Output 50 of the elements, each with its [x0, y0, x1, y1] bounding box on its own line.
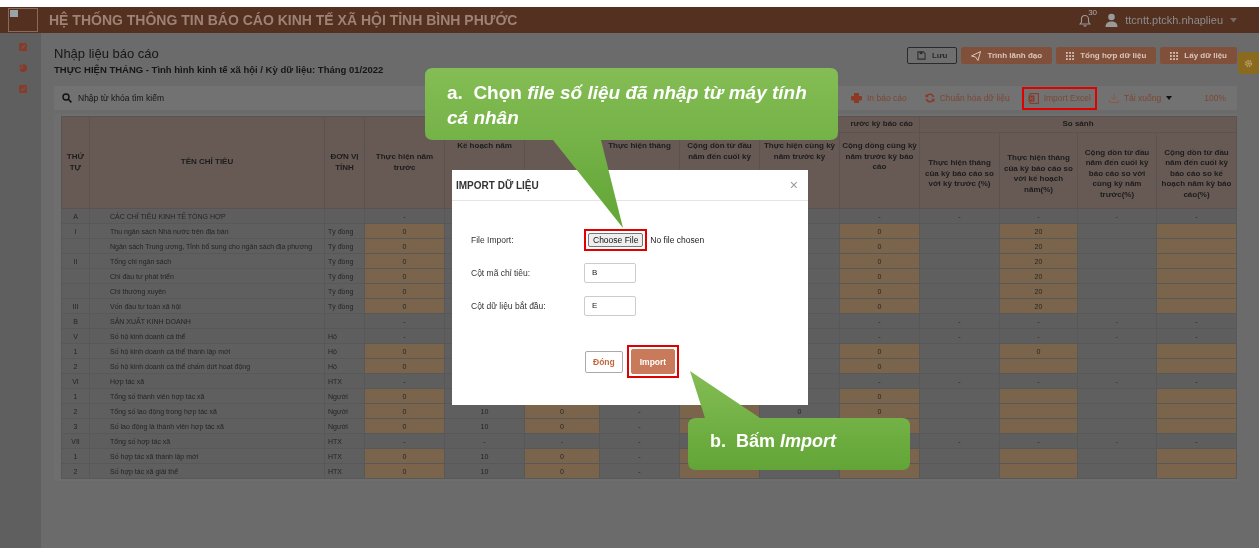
grid-icon [1170, 51, 1179, 60]
column-header: Cộng dồng cùng kỳ năm trước kỳ báo cáo [839, 132, 920, 209]
paper-plane-icon [971, 50, 982, 61]
toolbar-button[interactable]: Lấy dữ liệu [1160, 47, 1237, 64]
caret-icon [1230, 17, 1237, 23]
notification-count: 30 [1088, 7, 1098, 17]
user-menu[interactable]: ttcntt.ptckh.nhaplieu [1105, 13, 1237, 27]
input-field[interactable]: E [584, 295, 636, 316]
import-button[interactable]: Import [630, 349, 676, 374]
page-title: Nhập liệu báo cáo [54, 46, 160, 61]
spreadsheet-icon [1027, 92, 1039, 104]
save-button[interactable]: Lưu [906, 47, 958, 64]
download-icon [1108, 93, 1119, 103]
search-field[interactable]: Nhập từ khóa tìm kiếm [62, 93, 278, 103]
pie-chart-icon [19, 64, 27, 72]
checkbox-icon [19, 85, 27, 93]
app-title: HỆ THỐNG THÔNG TIN BÁO CÁO KINH TẾ XÃ HỘI TỈNH BÌNH PHƯỚC [49, 12, 518, 28]
field-label: File Import: [471, 234, 515, 245]
settings-tab[interactable] [1238, 52, 1259, 74]
column-header: TÊN CHỈ TIÊU [89, 116, 325, 209]
user-icon [1105, 13, 1119, 27]
column-header: Cộng dồn từ đầu năm đến cuối kỳ báo cáo so kế hoạch năm kỳ báo cáo(%) [1156, 132, 1237, 209]
toolbar-button[interactable]: Tổng hợp dữ liệu [1056, 47, 1157, 64]
caret-icon [1166, 96, 1173, 100]
edit-icon [19, 43, 27, 51]
page-subtitle: THỰC HIỆN THÁNG - Tình hình kinh tế xã hội / Kỳ dữ liệu: Tháng 01/2022 [54, 64, 384, 75]
column-header: Thực hiện tháng của kỳ báo cáo so với kế hoạch năm(%) [999, 132, 1078, 209]
file-status: No file chosen [650, 234, 705, 245]
input-field[interactable]: B [584, 262, 636, 283]
column-group-header: So sánh [919, 116, 1237, 133]
choose-file-button[interactable]: Choose File [588, 232, 644, 247]
field-label: Cột mã chỉ tiêu: [471, 267, 532, 278]
close-dialog-button[interactable]: Đóng [585, 350, 623, 373]
zoom-level: 100% [1204, 93, 1226, 103]
column-header: Thực hiện tháng của kỳ báo cáo so với kỳ trước (%) [919, 132, 1000, 209]
field-label: Cột dữ liệu bắt đầu: [471, 300, 547, 311]
settings-icon [1244, 58, 1253, 68]
refresh-icon [924, 93, 935, 103]
column-header: THỨ TỰ [61, 116, 90, 209]
callout-text: b. Bấm Import [710, 430, 836, 452]
bell-icon [1079, 13, 1092, 27]
toolbar-button[interactable]: Trình lãnh đạo [961, 47, 1053, 64]
save-icon [916, 51, 926, 60]
search-icon [62, 93, 72, 103]
column-header: Cộng dồn từ đầu năm đến cuối kỳ báo cáo so với cùng kỳ năm trước(%) [1077, 132, 1157, 209]
grid-icon [1066, 51, 1075, 60]
column-header: Thực hiện năm trước [364, 116, 445, 209]
broken-image-icon [8, 8, 38, 32]
column-header: ĐƠN VỊ TÍNH [324, 116, 365, 209]
close-button[interactable]: × [785, 177, 802, 193]
